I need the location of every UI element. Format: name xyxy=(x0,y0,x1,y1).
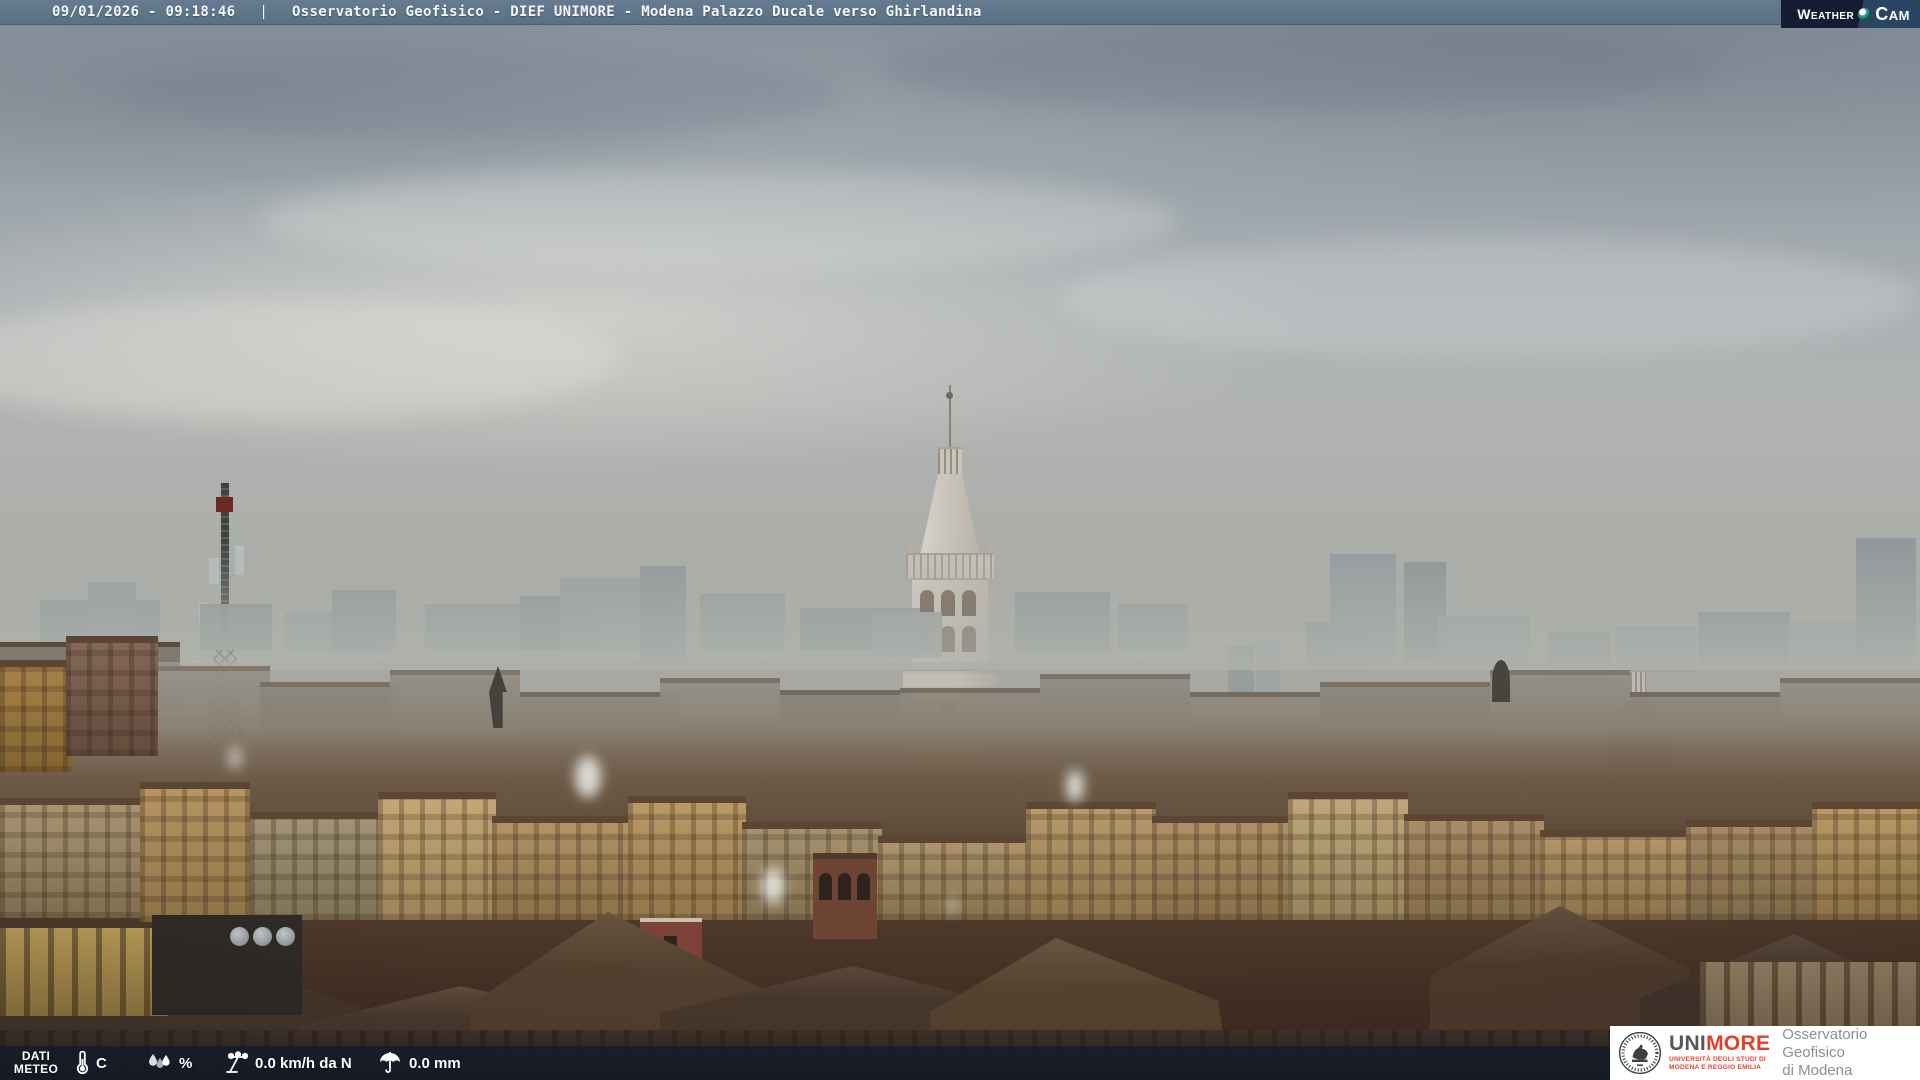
camera-lens-icon xyxy=(1858,7,1872,21)
wind-readout: 0.0 km/h da N xyxy=(222,1046,352,1080)
hvac-fan xyxy=(276,927,295,946)
separator: | xyxy=(259,4,269,20)
camera-title: Osservatorio Geofisico - DIEF UNIMORE - … xyxy=(292,4,982,20)
umbrella-icon xyxy=(380,1052,400,1073)
chimney-smoke xyxy=(1066,770,1084,802)
weathercam-logo[interactable]: Weather Cam xyxy=(1781,0,1920,28)
unimore-wordmark: UNIMORE UNIVERSITÀ DEGLI STUDI DI MODENA… xyxy=(1669,1032,1771,1071)
anemometer-icon xyxy=(226,1051,248,1073)
chimney-smoke xyxy=(762,868,784,904)
weathercam-word: Weather xyxy=(1797,6,1855,22)
chimney-smoke xyxy=(946,896,958,914)
hvac-fan xyxy=(253,927,272,946)
unimore-brand-box[interactable]: UNIMORE UNIVERSITÀ DEGLI STUDI DI MODENA… xyxy=(1610,1026,1920,1080)
top-info-bar: 09/01/2026 - 09:18:46 | Osservatorio Geo… xyxy=(0,0,1920,25)
humidity-readout: % xyxy=(146,1046,192,1080)
water-drops-icon xyxy=(149,1054,170,1068)
temperature-readout: C xyxy=(76,1046,107,1080)
chimney-smoke xyxy=(575,756,601,798)
chimney-smoke xyxy=(228,746,242,770)
hvac-fan xyxy=(230,927,249,946)
department-name: Osservatorio Geofisico di Modena xyxy=(1782,1026,1868,1079)
unimore-seal-icon xyxy=(1618,1031,1662,1075)
foreground-roof xyxy=(0,928,168,1016)
thermometer-icon xyxy=(76,1051,89,1075)
weather-data-label: DATI METEO xyxy=(13,1049,59,1076)
weathercam-word: Cam xyxy=(1875,3,1910,24)
timestamp: 09/01/2026 - 09:18:46 xyxy=(52,4,236,20)
webcam-frame: 09/01/2026 - 09:18:46 | Osservatorio Geo… xyxy=(0,0,1920,1080)
rain-readout: 0.0 mm xyxy=(378,1046,461,1080)
